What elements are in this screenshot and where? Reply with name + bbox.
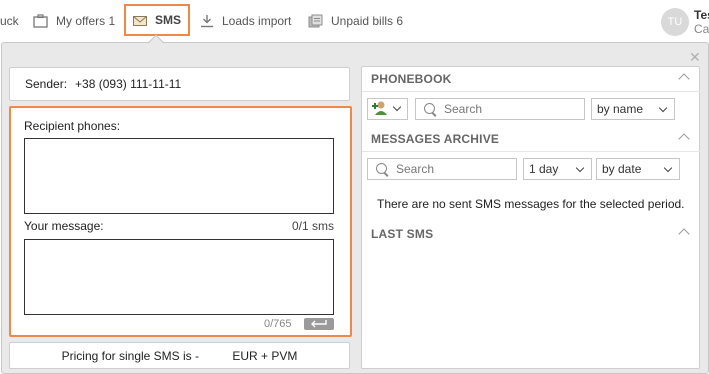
archive-period-value: 1 day (529, 162, 559, 176)
avatar[interactable]: TU (661, 8, 689, 36)
nav-item-sms[interactable]: SMS (124, 4, 190, 36)
nav-item-loads-import[interactable]: Loads import (199, 0, 291, 42)
sender-value: +38 (093) 111-11-11 (75, 77, 182, 91)
nav-item-my-offers-label: My offers 1 (56, 14, 116, 28)
nav-item-my-offers[interactable]: My offers 1 (33, 0, 115, 42)
phonebook-search-placeholder: Search (444, 102, 483, 116)
chevron-up-icon[interactable] (678, 228, 690, 240)
compose-form: Recipient phones: Your message: 0/1 sms … (9, 106, 352, 337)
chevron-down-icon (663, 163, 673, 173)
phonebook-sort-value: by name (597, 102, 644, 116)
chevron-down-icon (392, 102, 402, 112)
enter-icon (309, 317, 329, 331)
archive-sort-value: by date (602, 162, 642, 176)
envelope-icon (132, 15, 147, 26)
chevron-up-icon[interactable] (678, 133, 690, 145)
recipient-phones-label: Recipient phones: (24, 119, 121, 133)
archive-period-select[interactable]: 1 day (523, 158, 592, 180)
archive-sort-select[interactable]: by date (596, 158, 680, 180)
phonebook-search-input[interactable]: Search (415, 98, 585, 120)
archive-search-input[interactable]: Search (367, 158, 517, 180)
archive-search-placeholder: Search (396, 162, 435, 176)
user-name[interactable]: Tes (694, 8, 709, 22)
nav-item-loads-import-label: Loads import (222, 14, 292, 28)
pricing-text: Pricing for single SMS is - EUR + PVM (61, 348, 298, 363)
character-count: 0/765 (264, 318, 292, 330)
search-icon (376, 162, 389, 176)
nav-item-trucks[interactable]: uck (0, 0, 19, 42)
your-message-label: Your message: (24, 219, 104, 233)
right-sidebar: PHONEBOOK Search by name MESSAGES ARCHIV… (361, 66, 701, 369)
phonebook-sort-select[interactable]: by name (591, 98, 675, 120)
nav-item-unpaid-bills[interactable]: Unpaid bills 6 (308, 0, 403, 42)
send-button[interactable] (304, 318, 334, 330)
last-sms-title: LAST SMS (371, 227, 434, 241)
nav-item-unpaid-bills-label: Unpaid bills 6 (331, 14, 404, 28)
messages-archive-title: MESSAGES ARCHIVE (371, 132, 500, 146)
phonebook-title: PHONEBOOK (371, 72, 452, 86)
top-navigation: uck My offers 1 SMS Loads import Unpaid … (0, 0, 709, 42)
download-icon (199, 14, 215, 28)
add-contact-icon (372, 100, 390, 119)
sms-count: 0/1 sms (291, 219, 334, 233)
close-icon[interactable]: ✕ (689, 50, 701, 64)
user-company: Ca (694, 22, 709, 36)
chevron-down-icon (658, 103, 668, 113)
chevron-down-icon (575, 163, 585, 173)
chevron-up-icon[interactable] (678, 73, 690, 85)
sender-label: Sender: (25, 77, 68, 91)
nav-item-trucks-label: uck (0, 14, 19, 28)
divider (362, 91, 701, 92)
nav-item-sms-label: SMS (154, 13, 181, 27)
archive-empty-message: There are no sent SMS messages for the s… (377, 197, 685, 211)
briefcase-icon (33, 14, 49, 28)
divider (362, 151, 701, 152)
message-input[interactable] (24, 239, 334, 315)
pricing-info: Pricing for single SMS is - EUR + PVM (9, 342, 350, 369)
bills-icon (308, 14, 324, 28)
search-icon (424, 102, 437, 116)
recipient-phones-input[interactable] (24, 138, 334, 214)
add-contact-dropdown[interactable] (367, 98, 408, 120)
sender-box: Sender: +38 (093) 111-11-11 (9, 67, 350, 101)
